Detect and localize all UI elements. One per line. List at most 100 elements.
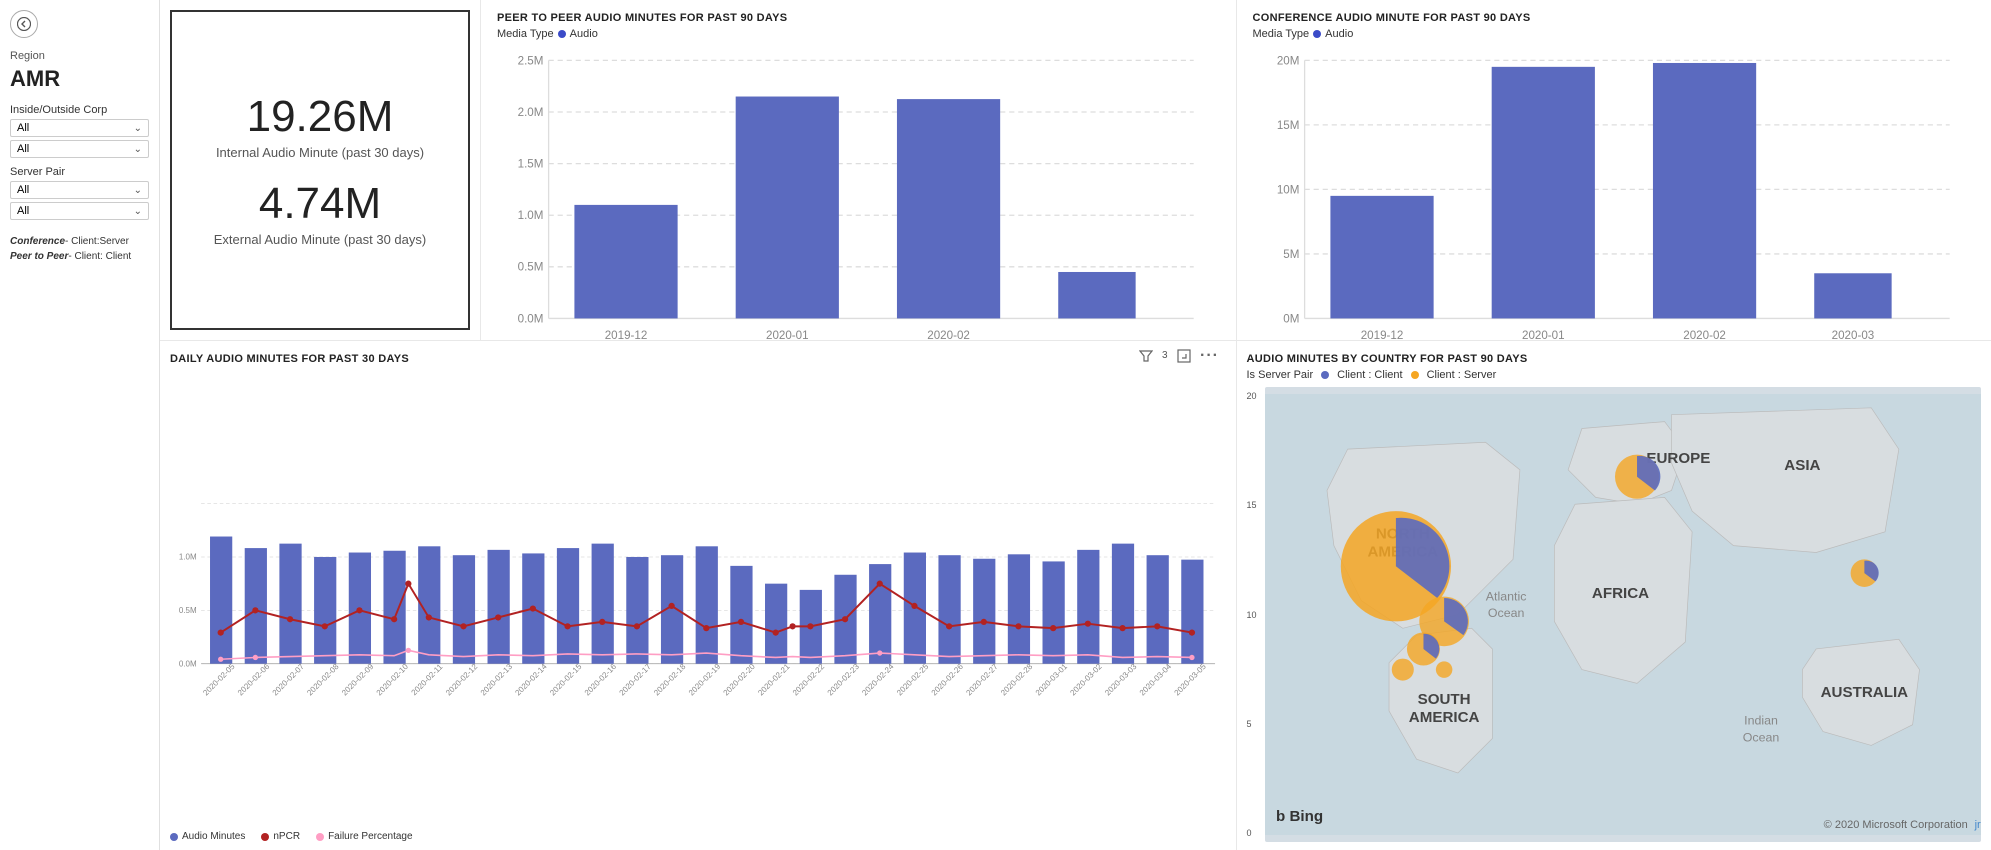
svg-text:2020-02-06: 2020-02-06 (236, 662, 272, 698)
daily-chart-area: 1.0M 0.5M 0.0M (170, 369, 1220, 825)
svg-text:2020-02-16: 2020-02-16 (583, 662, 619, 698)
conf-bar-2020-02[interactable] (1652, 63, 1755, 318)
corp-all-value: All (17, 143, 29, 155)
legend-audio-minutes: Audio Minutes (170, 831, 245, 842)
svg-text:2020-02-22: 2020-02-22 (791, 662, 827, 698)
svg-text:2020-02-17: 2020-02-17 (618, 662, 654, 698)
svg-text:2020-02: 2020-02 (1683, 329, 1726, 342)
world-map-svg: Atlantic Ocean Indian Ocean NORTH AMERIC… (1265, 387, 1982, 842)
svg-text:2020-02-24: 2020-02-24 (860, 662, 896, 698)
kpi-card: 19.26M Internal Audio Minute (past 30 da… (170, 10, 470, 330)
server-pair-all-value: All (17, 205, 29, 217)
svg-text:jrtp: jrtp (1973, 819, 1981, 831)
conference-bar-chart-svg: 20M 15M 10M 5M 0M 2019-12 2020-01 (1253, 46, 1976, 372)
legend-audio-dot (170, 833, 178, 841)
map-client-server-dot (1411, 371, 1419, 379)
server-pair-dropdown[interactable]: All ⌄ (10, 181, 149, 199)
peer-chart-subtitle: Media Type Audio (497, 28, 1220, 40)
conference-chart-area: 20M 15M 10M 5M 0M 2019-12 2020-01 (1253, 46, 1976, 372)
legend-audio-label: Audio Minutes (182, 831, 245, 842)
svg-text:0.5M: 0.5M (179, 606, 197, 615)
legend-failure-dot (316, 833, 324, 841)
content-area: 19.26M Internal Audio Minute (past 30 da… (160, 0, 1991, 850)
svg-text:2020-02-14: 2020-02-14 (513, 662, 549, 698)
daily-chart-legend: Audio Minutes nPCR Failure Percentage (170, 831, 1220, 842)
external-kpi-value: 4.74M (214, 180, 426, 228)
legend-failure: Failure Percentage (316, 831, 413, 842)
conf-bar-2020-03[interactable] (1814, 273, 1891, 318)
server-pair-label: Server Pair (10, 166, 149, 178)
peer-chart-icons: 3 ··· (1136, 346, 1220, 366)
conf-media-type-value: Audio (1325, 28, 1353, 40)
conf-bar-2019-12[interactable] (1330, 196, 1433, 319)
peer-media-type-value: Audio (570, 28, 598, 40)
svg-text:2020-02-08: 2020-02-08 (305, 662, 341, 698)
svg-text:2020-03-02: 2020-03-02 (1068, 662, 1104, 698)
bubble-sa[interactable] (1435, 661, 1452, 678)
svg-text:2020-03-04: 2020-03-04 (1138, 662, 1174, 698)
conference-chart-title: CONFERENCE AUDIO MINUTE FOR PAST 90 DAYS (1253, 12, 1976, 24)
peer-chart-title: PEER TO PEER AUDIO MINUTES FOR PAST 90 D… (497, 12, 1220, 24)
corp-all-dropdown[interactable]: All ⌄ (10, 140, 149, 158)
internal-kpi-value: 19.26M (216, 93, 424, 141)
svg-text:2.0M: 2.0M (518, 106, 544, 119)
svg-text:0.5M: 0.5M (518, 261, 544, 274)
conf-bar-2020-01[interactable] (1491, 67, 1594, 319)
map-y-axis: 20 15 10 5 0 (1247, 387, 1265, 842)
svg-text:2020-02: 2020-02 (927, 329, 970, 342)
filter-icon[interactable] (1136, 346, 1156, 366)
svg-text:0.0M: 0.0M (518, 312, 544, 325)
svg-text:2020-03-03: 2020-03-03 (1103, 662, 1139, 698)
svg-text:2020-02-25: 2020-02-25 (895, 662, 931, 698)
svg-text:2020-01: 2020-01 (766, 329, 809, 342)
bubble-na-sm3[interactable] (1391, 659, 1413, 681)
svg-text:2020-03-01: 2020-03-01 (1034, 662, 1070, 698)
svg-text:AMERICA: AMERICA (1408, 709, 1479, 726)
map-container: Atlantic Ocean Indian Ocean NORTH AMERIC… (1265, 387, 1982, 842)
internal-kpi-label: Internal Audio Minute (past 30 days) (216, 145, 424, 160)
svg-text:AFRICA: AFRICA (1591, 585, 1648, 602)
bar-2020-02[interactable] (897, 99, 1000, 318)
bar-2020-01[interactable] (736, 97, 839, 319)
expand-icon[interactable] (1174, 346, 1194, 366)
svg-text:2020-02-05: 2020-02-05 (201, 662, 237, 698)
more-icon[interactable]: ··· (1200, 346, 1220, 366)
back-button[interactable] (10, 10, 38, 38)
external-kpi: 4.74M External Audio Minute (past 30 day… (214, 180, 426, 247)
daily-chart-svg: 1.0M 0.5M 0.0M (170, 369, 1220, 825)
svg-text:© 2020 Microsoft Corporation: © 2020 Microsoft Corporation (1823, 819, 1967, 831)
internal-kpi: 19.26M Internal Audio Minute (past 30 da… (216, 93, 424, 160)
server-pair-value: All (17, 184, 29, 196)
svg-text:1.0M: 1.0M (179, 553, 197, 562)
svg-text:0M: 0M (1283, 312, 1299, 325)
map-client-client-dot (1321, 371, 1329, 379)
svg-text:AUSTRALIA: AUSTRALIA (1820, 684, 1908, 701)
svg-text:2020-02-09: 2020-02-09 (340, 662, 376, 698)
svg-text:2019-12: 2019-12 (605, 329, 648, 342)
sidebar-legend: Conference- Client:Server Peer to Peer- … (10, 234, 149, 264)
svg-text:2020-02-26: 2020-02-26 (930, 662, 966, 698)
svg-text:2020-02-15: 2020-02-15 (548, 662, 584, 698)
server-pair-chevron-icon: ⌄ (134, 185, 142, 196)
svg-text:ASIA: ASIA (1784, 457, 1820, 474)
bar-2020-03-partial[interactable] (1058, 272, 1135, 318)
conference-chart-subtitle: Media Type Audio (1253, 28, 1976, 40)
corp-dropdown[interactable]: All ⌄ (10, 119, 149, 137)
svg-text:5M: 5M (1283, 248, 1299, 261)
server-pair-group: Server Pair All ⌄ All ⌄ (10, 166, 149, 220)
svg-text:2020-02-28: 2020-02-28 (999, 662, 1035, 698)
peer-audio-dot (558, 30, 566, 38)
svg-text:Ocean: Ocean (1742, 730, 1779, 744)
bar-2019-12[interactable] (574, 205, 677, 319)
legend-npcr-label: nPCR (273, 831, 300, 842)
svg-text:2020-02-07: 2020-02-07 (271, 662, 307, 698)
svg-text:1.0M: 1.0M (518, 209, 544, 222)
svg-text:2019-12: 2019-12 (1360, 329, 1403, 342)
conference-legend-label: Conference- Client:Server (10, 236, 129, 247)
region-label: Region (10, 50, 149, 62)
svg-text:Atlantic: Atlantic (1485, 590, 1526, 604)
server-pair-all-dropdown[interactable]: All ⌄ (10, 202, 149, 220)
svg-text:Indian: Indian (1744, 714, 1778, 728)
corp-label: Inside/Outside Corp (10, 104, 149, 116)
svg-text:2020-02-13: 2020-02-13 (479, 662, 515, 698)
